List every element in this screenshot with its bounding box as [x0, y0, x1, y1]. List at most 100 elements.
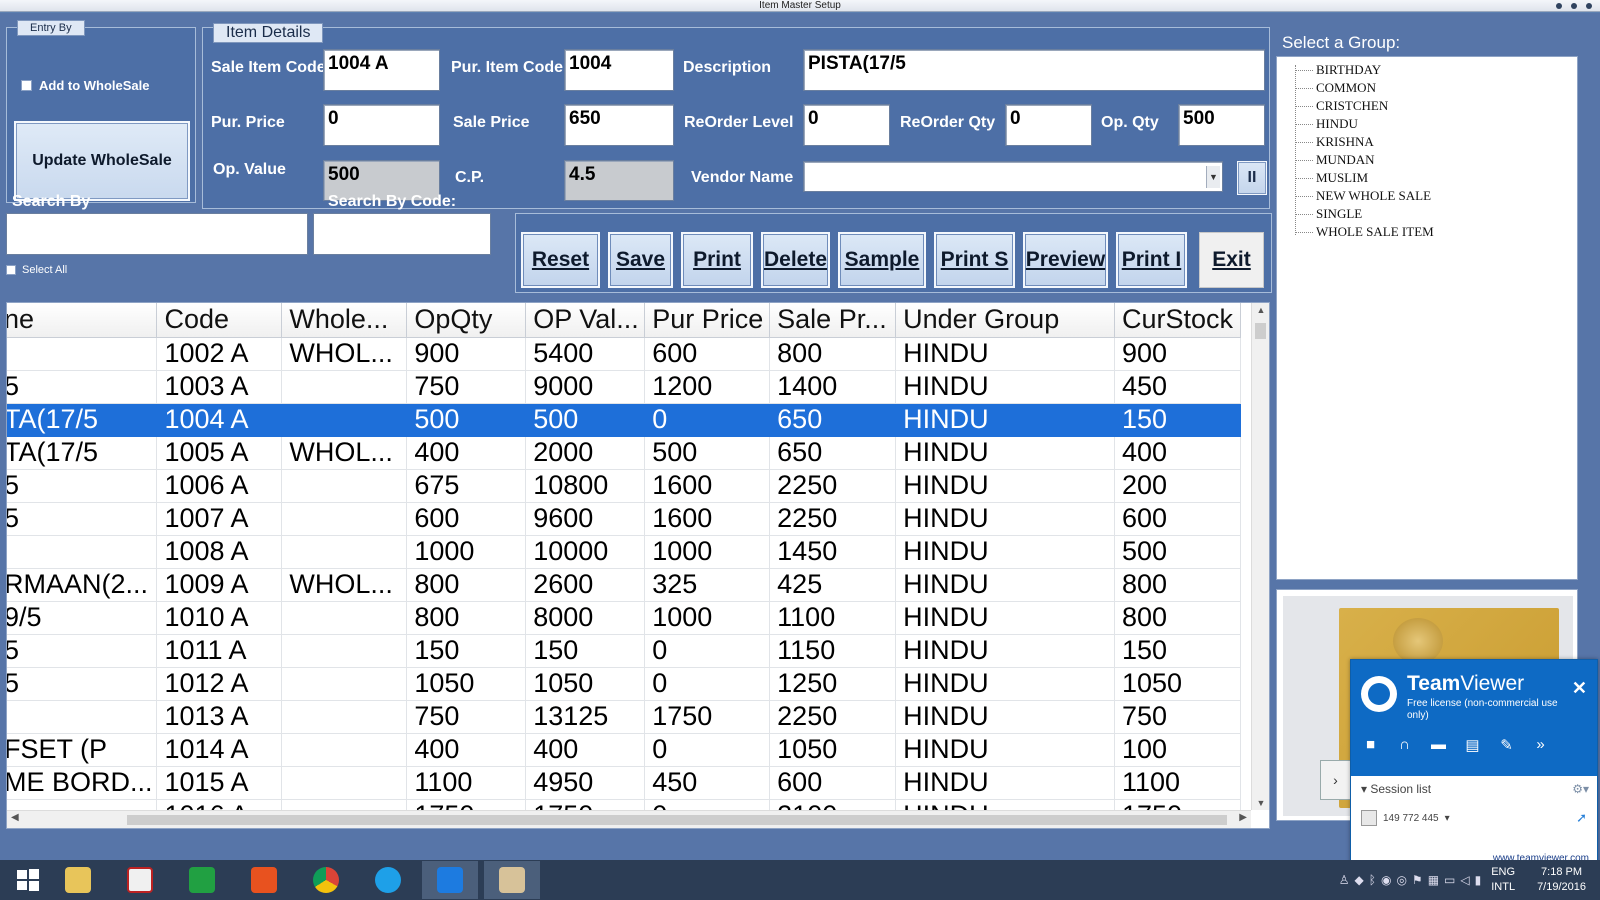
grid-horizontal-scrollbar[interactable]: ◀ ▶	[7, 810, 1251, 828]
search-by-input[interactable]	[6, 213, 308, 255]
table-row[interactable]: TA(17/5 1004 A 500 500 0 650 HINDU 150	[7, 403, 1242, 437]
connect-arrow-icon[interactable]: ➚	[1576, 810, 1587, 826]
reorder-qty-field[interactable]: 0	[1005, 104, 1092, 146]
grid-vertical-scrollbar[interactable]: ▲ ▼	[1251, 303, 1269, 810]
column-header[interactable]: ne	[7, 303, 158, 338]
bluetooth-icon[interactable]: ᛒ	[1369, 873, 1376, 887]
reset-button[interactable]: Reset	[521, 232, 600, 288]
tray-teamviewer-icon[interactable]: ◎	[1396, 873, 1406, 887]
app-taskbar-icon[interactable]	[484, 861, 540, 899]
chrome-icon[interactable]	[298, 861, 354, 899]
pur-item-code-field[interactable]: 1004	[564, 49, 674, 91]
tools-icon[interactable]: ✎	[1497, 736, 1516, 754]
tree-item[interactable]: CRISTCHEN	[1295, 97, 1577, 115]
battery-icon[interactable]: ▮	[1475, 873, 1482, 887]
office-icon[interactable]	[236, 861, 292, 899]
pur-price-field[interactable]: 0	[323, 104, 440, 146]
chevron-down-icon[interactable]: ▼	[1206, 166, 1220, 188]
column-header[interactable]: Whole...	[281, 303, 408, 338]
sale-item-code-field[interactable]: 1004 A	[323, 49, 440, 91]
store-icon[interactable]	[174, 861, 230, 899]
tree-item[interactable]: KRISHNA	[1295, 133, 1577, 151]
tray-antivirus-icon[interactable]: ◉	[1381, 873, 1391, 887]
description-field[interactable]: PISTA(17/5	[803, 49, 1265, 91]
tree-item[interactable]: COMMON	[1295, 79, 1577, 97]
table-row[interactable]: ME BORD... 1015 A 1100 4950 450 600 HINDU 1100	[7, 766, 1242, 800]
video-icon[interactable]: ■	[1361, 736, 1380, 754]
table-row[interactable]: TA(17/5 1005 A WHOL... 400 2000 500 650 HINDU 40…	[7, 436, 1242, 470]
reorder-level-field[interactable]: 0	[803, 104, 890, 146]
table-row[interactable]: RMAAN(2... 1009 A WHOL... 800 2600 325 425 HIND…	[7, 568, 1242, 602]
print-button[interactable]: Print	[681, 232, 753, 288]
table-row[interactable]: 1002 A WHOL... 900 5400 600 800 HINDU 900	[7, 337, 1242, 371]
sample-button[interactable]: Sample	[838, 232, 926, 288]
tree-item[interactable]: NEW WHOLE SALE	[1295, 187, 1577, 205]
tree-item[interactable]: MUSLIM	[1295, 169, 1577, 187]
scroll-thumb[interactable]	[1255, 323, 1266, 339]
teamviewer-taskbar-icon[interactable]	[422, 861, 478, 899]
chevron-down-icon[interactable]: ▾	[1445, 813, 1450, 824]
scroll-down-icon[interactable]: ▼	[1252, 798, 1269, 808]
preview-button[interactable]: Preview	[1023, 232, 1108, 288]
table-row[interactable]: 1016 A1750175002100HINDU1750	[7, 799, 1242, 810]
scroll-left-icon[interactable]: ◀	[11, 812, 19, 823]
search-by-code-input[interactable]	[313, 213, 491, 255]
headset-icon[interactable]: ∩	[1395, 736, 1414, 754]
pause-button[interactable]: II	[1237, 161, 1267, 195]
volume-icon[interactable]: ◁	[1460, 873, 1469, 887]
column-header[interactable]: Code	[156, 303, 283, 338]
add-wholesale-row[interactable]: Add to WholeSale	[21, 78, 150, 93]
hscroll-thumb[interactable]	[127, 815, 1227, 825]
save-button[interactable]: Save	[608, 232, 673, 288]
sale-price-field[interactable]: 650	[564, 104, 674, 146]
tree-item[interactable]: HINDU	[1295, 115, 1577, 133]
file-explorer-icon[interactable]	[50, 861, 106, 899]
tray-display-icon[interactable]: ▭	[1444, 873, 1455, 887]
language-indicator[interactable]: ENG INTL	[1491, 865, 1515, 895]
maximize-button[interactable]	[1571, 3, 1577, 9]
column-header[interactable]: OpQty	[406, 303, 527, 338]
more-icon[interactable]: »	[1531, 736, 1550, 754]
session-list-header[interactable]: ▾ Session list	[1361, 782, 1431, 796]
tree-item[interactable]: SINGLE	[1295, 205, 1577, 223]
table-row[interactable]: 51003 A 750900012001400HINDU450	[7, 370, 1242, 404]
add-wholesale-checkbox[interactable]	[21, 80, 32, 91]
internet-explorer-icon[interactable]	[360, 861, 416, 899]
table-row[interactable]: 1008 A 1000 10000 1000 1450 HINDU 500	[7, 535, 1242, 569]
tray-color-icon[interactable]: ◆	[1355, 873, 1364, 887]
tree-item[interactable]: WHOLE SALE ITEM	[1295, 223, 1577, 241]
select-all-checkbox[interactable]	[6, 265, 16, 275]
table-row[interactable]: 51011 A15015001150HINDU150	[7, 634, 1242, 668]
table-row[interactable]: 9/5 1010 A 800 8000 1000 1100 HINDU 800	[7, 601, 1242, 635]
column-header[interactable]: Pur Price	[644, 303, 771, 338]
tree-item[interactable]: BIRTHDAY	[1295, 61, 1577, 79]
close-icon[interactable]: ✕	[1572, 678, 1587, 699]
table-row[interactable]: 1013 A 750 13125 1750 2250 HINDU 750	[7, 700, 1242, 734]
tray-people-icon[interactable]: ♙	[1339, 873, 1350, 887]
flag-icon[interactable]: ⚑	[1412, 873, 1423, 887]
column-header[interactable]: OP Val...	[525, 303, 646, 338]
scroll-up-icon[interactable]: ▲	[1252, 305, 1269, 315]
vendor-name-select[interactable]: ▼	[803, 161, 1223, 192]
scroll-right-icon[interactable]: ▶	[1239, 812, 1247, 823]
delete-button[interactable]: Delete	[761, 232, 830, 288]
tree-item[interactable]: MUNDAN	[1295, 151, 1577, 169]
table-row[interactable]: 51012 A1050105001250HINDU1050	[7, 667, 1242, 701]
shield-icon[interactable]	[112, 861, 168, 899]
exit-button[interactable]: Exit	[1199, 232, 1264, 288]
start-button[interactable]	[0, 861, 56, 899]
table-row[interactable]: 51006 A 6751080016002250HINDU200	[7, 469, 1242, 503]
tray-windows-icon[interactable]: ▦	[1428, 873, 1439, 887]
clock[interactable]: 7:18 PM 7/19/2016	[1537, 865, 1586, 895]
op-qty-field[interactable]: 500	[1178, 104, 1265, 146]
teamviewer-expand-tab[interactable]: ›	[1320, 760, 1350, 800]
column-header[interactable]: Under Group	[895, 303, 1115, 338]
table-row[interactable]: FSET (P 1014 A 400 400 0 1050 HINDU 100	[7, 733, 1242, 767]
column-header[interactable]: Sale Pr...	[769, 303, 897, 338]
items-grid[interactable]: ne Code Whole... OpQty OP Val... Pur Price Sal…	[6, 302, 1270, 829]
column-header[interactable]: CurStock	[1114, 303, 1242, 338]
table-row[interactable]: 51007 A600960016002250HINDU600	[7, 502, 1242, 536]
print-i-button[interactable]: Print I	[1116, 232, 1187, 288]
document-icon[interactable]: ▤	[1463, 736, 1482, 754]
minimize-button[interactable]	[1556, 3, 1562, 9]
